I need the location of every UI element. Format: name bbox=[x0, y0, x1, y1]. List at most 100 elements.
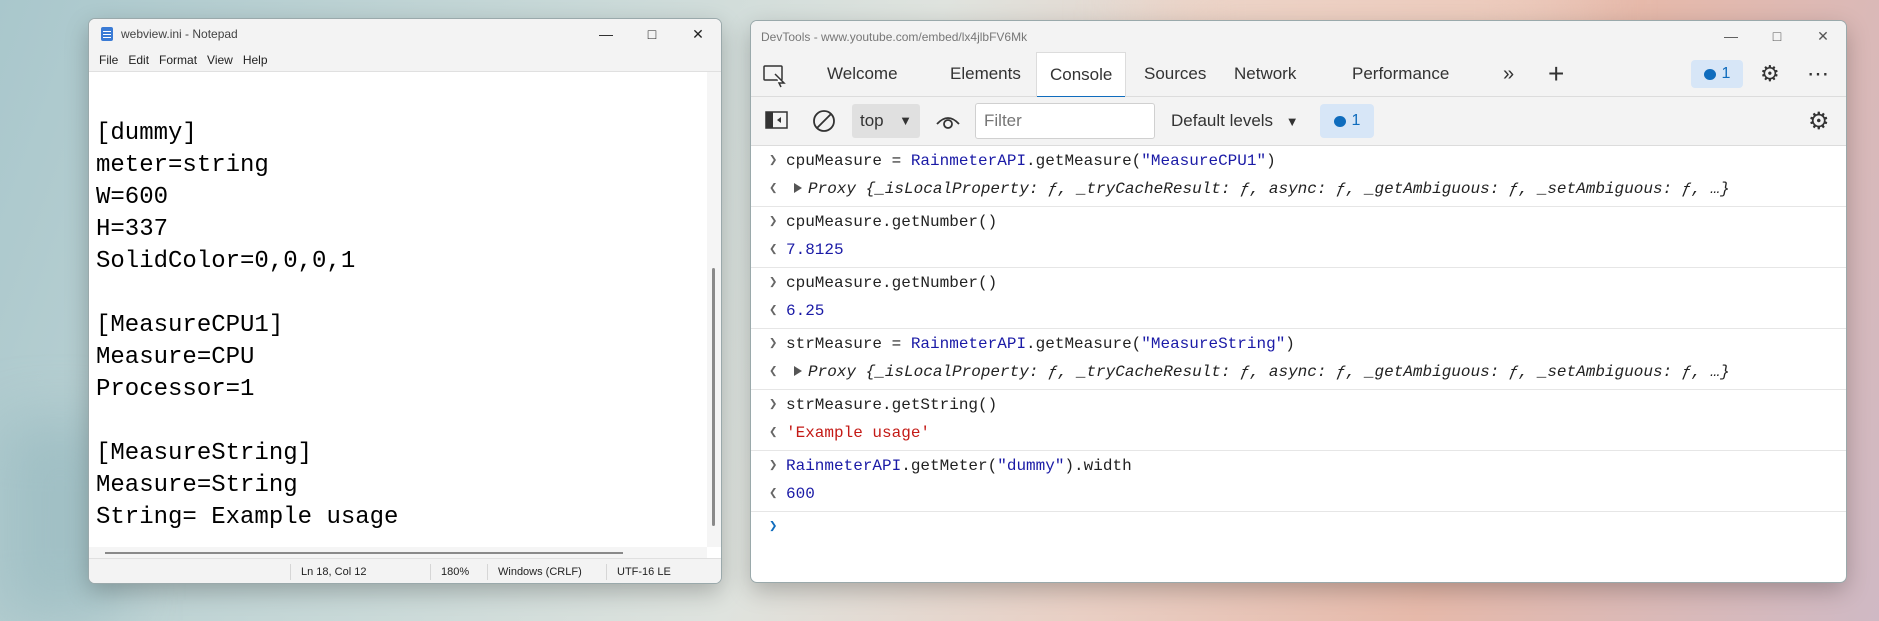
filter-input[interactable] bbox=[975, 103, 1155, 139]
minimize-icon[interactable]: — bbox=[1708, 21, 1754, 52]
console-output-line: ❮ 7.8125 bbox=[751, 237, 1846, 267]
console-input-line: ❯ RainmeterAPI.getMeter("dummy").width bbox=[751, 451, 1846, 481]
code-token: RainmeterAPI bbox=[786, 457, 902, 475]
status-encoding: UTF-16 LE bbox=[606, 564, 671, 580]
more-tabs-icon[interactable]: » bbox=[1503, 52, 1514, 96]
chevron-right-icon: ❯ bbox=[769, 214, 778, 230]
number-result: 7.8125 bbox=[786, 241, 844, 259]
notepad-titlebar[interactable]: webview.ini - Notepad — □ ✕ bbox=[89, 19, 721, 49]
add-tab-icon[interactable]: + bbox=[1548, 52, 1564, 96]
code-token: cpuMeasure bbox=[786, 152, 883, 170]
code-token: .getNumber() bbox=[882, 274, 998, 292]
chevron-right-icon: ❯ bbox=[769, 153, 778, 169]
console-output-line[interactable]: ❮ Proxy {_isLocalProperty: ƒ, _tryCacheRe… bbox=[751, 176, 1846, 206]
chevron-right-icon: ❯ bbox=[769, 397, 778, 413]
code-token: "dummy" bbox=[997, 457, 1065, 475]
sidebar-toggle-icon[interactable] bbox=[765, 110, 789, 135]
close-icon[interactable]: ✕ bbox=[1800, 21, 1846, 52]
devtools-titlebar[interactable]: DevTools - www.youtube.com/embed/lx4jlbF… bbox=[751, 21, 1846, 52]
chevron-right-icon: ❯ bbox=[769, 275, 778, 291]
code-token: cpuMeasure bbox=[786, 213, 883, 231]
menu-view[interactable]: View bbox=[207, 53, 233, 67]
maximize-icon[interactable]: □ bbox=[629, 19, 675, 49]
console-input-line: ❯ cpuMeasure = RainmeterAPI.getMeasure("M… bbox=[751, 146, 1846, 176]
settings-gear-icon[interactable]: ⚙ bbox=[1760, 52, 1780, 96]
messages-badge[interactable]: 1 bbox=[1320, 104, 1374, 138]
close-icon[interactable]: ✕ bbox=[675, 19, 721, 49]
chevron-left-icon: ❮ bbox=[769, 242, 778, 258]
live-expression-eye-icon[interactable] bbox=[935, 110, 961, 137]
console-entry: ❯ cpuMeasure.getNumber() ❮ 7.8125 bbox=[751, 207, 1846, 268]
number-result: 6.25 bbox=[786, 302, 825, 320]
chevron-left-icon: ❮ bbox=[769, 486, 778, 502]
chevron-left-icon: ❮ bbox=[769, 364, 778, 380]
menu-edit[interactable]: Edit bbox=[128, 53, 149, 67]
tab-performance[interactable]: Performance bbox=[1352, 52, 1449, 96]
code-token: .getMeter( bbox=[901, 457, 998, 475]
chevron-right-icon: ❯ bbox=[769, 336, 778, 352]
clear-console-icon[interactable] bbox=[811, 108, 837, 139]
expand-triangle-icon[interactable] bbox=[794, 366, 802, 376]
notepad-statusbar: Ln 18, Col 12 180% Windows (CRLF) UTF-16… bbox=[89, 558, 721, 583]
more-options-icon[interactable]: ⋯ bbox=[1807, 52, 1830, 96]
console-settings-gear-icon[interactable]: ⚙ bbox=[1808, 107, 1830, 136]
notepad-text-area[interactable]: [dummy] meter=string W=600 H=337 SolidCo… bbox=[89, 72, 707, 547]
chevron-left-icon: ❮ bbox=[769, 181, 778, 197]
maximize-icon[interactable]: □ bbox=[1754, 21, 1800, 52]
code-token: strMeasure bbox=[786, 335, 883, 353]
devtools-title: DevTools - www.youtube.com/embed/lx4jlbF… bbox=[761, 29, 1028, 44]
chevron-down-icon: ▼ bbox=[899, 113, 912, 128]
notepad-window: webview.ini - Notepad — □ ✕ File Edit Fo… bbox=[89, 19, 721, 583]
issues-badge[interactable]: 1 bbox=[1691, 60, 1743, 88]
console-entry: ❯ strMeasure.getString() ❮ 'Example usage' bbox=[751, 390, 1846, 451]
console-input-line: ❯ strMeasure.getString() bbox=[751, 390, 1846, 420]
code-token: ) bbox=[1266, 152, 1276, 170]
tab-sources[interactable]: Sources bbox=[1144, 52, 1206, 96]
code-token: ) bbox=[1285, 335, 1295, 353]
chevron-right-icon: ❯ bbox=[769, 458, 778, 474]
code-token: "MeasureString" bbox=[1141, 335, 1286, 353]
code-token: .getMeasure( bbox=[1026, 152, 1142, 170]
console-entry: ❯ cpuMeasure.getNumber() ❮ 6.25 bbox=[751, 268, 1846, 329]
status-position: Ln 18, Col 12 bbox=[290, 564, 366, 580]
menu-help[interactable]: Help bbox=[243, 53, 268, 67]
chevron-down-icon: ▼ bbox=[1285, 114, 1299, 129]
message-bubble-icon bbox=[1333, 115, 1346, 127]
console-output-line: ❮ 6.25 bbox=[751, 298, 1846, 328]
console-output-line[interactable]: ❮ Proxy {_isLocalProperty: ƒ, _tryCacheRe… bbox=[751, 359, 1846, 389]
tab-welcome[interactable]: Welcome bbox=[827, 52, 898, 96]
menu-file[interactable]: File bbox=[99, 53, 118, 67]
code-token: .getNumber() bbox=[882, 213, 998, 231]
notepad-title: webview.ini - Notepad bbox=[121, 27, 238, 41]
string-result: 'Example usage' bbox=[786, 424, 931, 442]
notepad-menubar: File Edit Format View Help bbox=[89, 49, 721, 72]
code-token: = bbox=[882, 335, 911, 353]
notepad-app-icon bbox=[101, 27, 113, 41]
object-preview[interactable]: Proxy {_isLocalProperty: ƒ, _tryCacheRes… bbox=[808, 180, 1730, 198]
horizontal-scroll-thumb[interactable] bbox=[105, 552, 623, 554]
tab-elements[interactable]: Elements bbox=[950, 52, 1021, 96]
code-token: ).width bbox=[1064, 457, 1132, 475]
tab-console[interactable]: Console bbox=[1036, 52, 1127, 98]
tab-network[interactable]: Network bbox=[1234, 52, 1296, 96]
code-token: RainmeterAPI bbox=[910, 152, 1027, 170]
expand-triangle-icon[interactable] bbox=[794, 183, 802, 193]
code-token: .getMeasure( bbox=[1026, 335, 1142, 353]
code-token: = bbox=[882, 152, 911, 170]
minimize-icon[interactable]: — bbox=[583, 19, 629, 49]
vertical-scrollbar[interactable] bbox=[707, 72, 721, 547]
console-entry: ❯ strMeasure = RainmeterAPI.getMeasure("M… bbox=[751, 329, 1846, 390]
inspect-element-icon[interactable] bbox=[763, 52, 787, 96]
message-bubble-icon bbox=[1703, 68, 1716, 80]
status-zoom: 180% bbox=[430, 564, 469, 580]
console-prompt[interactable]: ❯ bbox=[751, 512, 1846, 542]
context-selector[interactable]: top ▼ bbox=[852, 104, 920, 138]
vertical-scroll-thumb[interactable] bbox=[712, 268, 715, 526]
context-value: top bbox=[860, 111, 884, 130]
object-preview[interactable]: Proxy {_isLocalProperty: ƒ, _tryCacheRes… bbox=[808, 363, 1730, 381]
log-levels-label: Default levels bbox=[1171, 111, 1274, 130]
menu-format[interactable]: Format bbox=[159, 53, 197, 67]
code-token: cpuMeasure bbox=[786, 274, 883, 292]
console-output[interactable]: ❯ cpuMeasure = RainmeterAPI.getMeasure("M… bbox=[751, 146, 1846, 582]
log-levels-dropdown[interactable]: Default levels ▼ bbox=[1171, 97, 1299, 146]
